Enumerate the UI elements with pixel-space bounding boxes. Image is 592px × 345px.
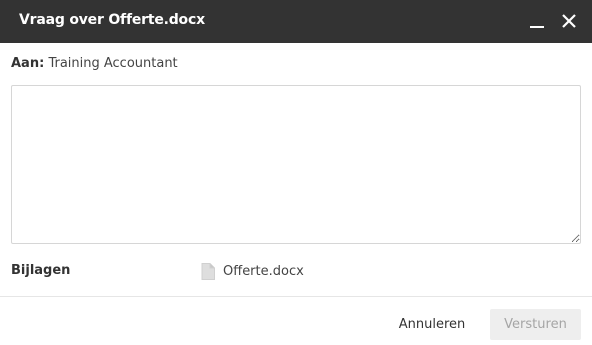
footer-divider xyxy=(0,296,592,297)
close-button[interactable] xyxy=(559,11,579,31)
attachment-filename: Offerte.docx xyxy=(223,263,304,279)
attachments-label: Bijlagen xyxy=(11,263,71,278)
recipient-row: Aan: Training Accountant xyxy=(11,56,178,71)
question-dialog: Vraag over Offerte.docx Aan: Training Ac… xyxy=(0,0,592,345)
recipient-label: Aan: xyxy=(11,56,45,71)
recipient-value: Training Accountant xyxy=(48,56,178,71)
minimize-button[interactable] xyxy=(527,11,547,31)
minimize-icon xyxy=(527,11,547,31)
dialog-title: Vraag over Offerte.docx xyxy=(19,12,205,28)
dialog-titlebar: Vraag over Offerte.docx xyxy=(0,0,592,43)
send-button[interactable]: Versturen xyxy=(490,309,581,340)
document-icon xyxy=(201,262,215,280)
message-textarea[interactable] xyxy=(11,85,581,244)
cancel-button[interactable]: Annuleren xyxy=(386,309,478,340)
attachment-item[interactable]: Offerte.docx xyxy=(201,262,304,280)
close-icon xyxy=(559,11,579,31)
